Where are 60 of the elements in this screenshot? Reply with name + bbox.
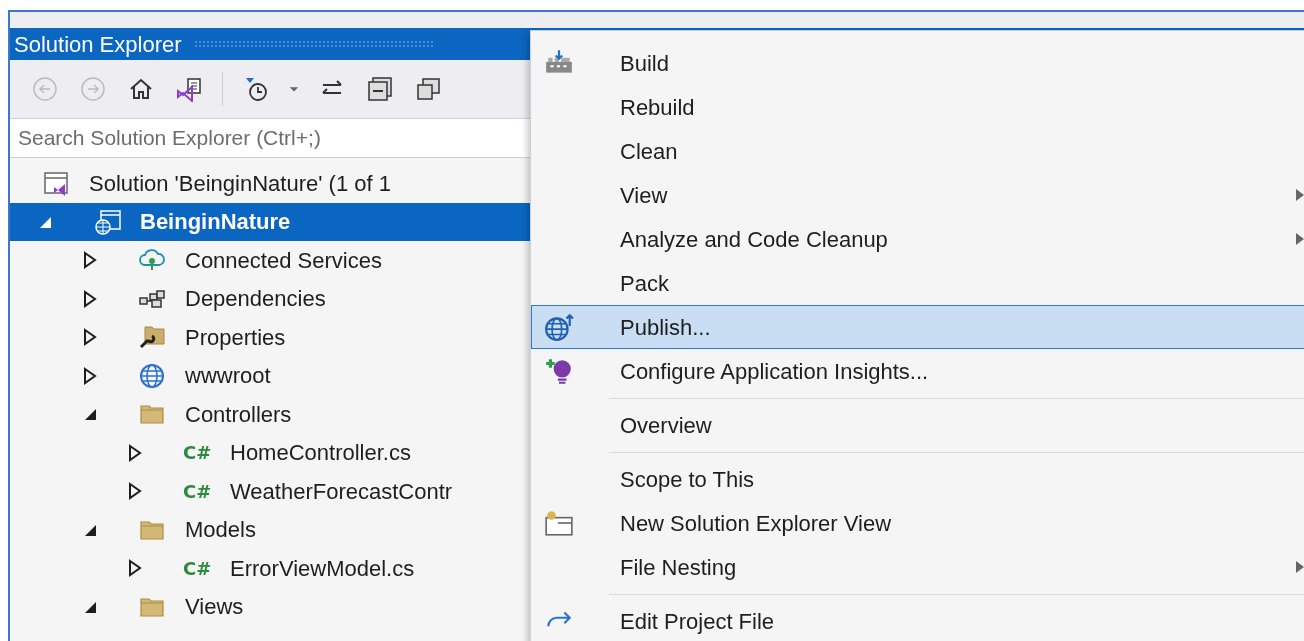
menu-item[interactable]: Configure Application Insights... [531, 349, 1304, 393]
tree-row[interactable]: Properties [10, 318, 530, 357]
expand-arrow-icon[interactable] [128, 443, 142, 462]
globe-icon [138, 362, 166, 389]
tree-item-label[interactable]: Properties [185, 320, 286, 354]
menu-item[interactable]: Edit Project File [531, 599, 1304, 641]
tree-item-label[interactable]: Models [185, 513, 256, 547]
expand-arrow-icon[interactable] [83, 289, 97, 308]
show-all-icon[interactable] [414, 75, 442, 103]
tree-item-label[interactable]: Views [185, 590, 244, 624]
menu-item[interactable]: File Nesting [531, 545, 1304, 589]
switch-views-icon[interactable] [175, 75, 203, 103]
csharp-file-icon: C# [183, 439, 212, 467]
web-project-icon [93, 208, 121, 235]
tree-item-label[interactable]: wwwroot [185, 359, 271, 393]
panel-title: Solution Explorer [14, 30, 182, 59]
tree-item-label[interactable]: Solution 'BeinginNature' (1 of 1 [89, 166, 391, 200]
tree-item-label[interactable]: Connected Services [185, 243, 382, 277]
menu-item[interactable]: Publish... [531, 305, 1304, 349]
publish-icon [544, 313, 574, 341]
tree-item-label[interactable]: WeatherForecastContr [230, 474, 453, 508]
menu-item[interactable]: Rebuild [531, 85, 1304, 129]
menu-item[interactable]: Scope to This [531, 457, 1304, 501]
expand-arrow-icon[interactable] [83, 366, 97, 385]
tree-row[interactable]: wwwroot [10, 356, 530, 395]
menu-item[interactable]: Build [531, 41, 1304, 85]
tree-row[interactable]: Connected Services [10, 241, 530, 280]
solution-icon [42, 170, 70, 197]
tree-item-label[interactable]: ErrorViewModel.cs [230, 551, 415, 585]
tree-row[interactable]: Views [10, 587, 530, 626]
collapse-arrow-icon[interactable] [83, 407, 97, 422]
tree-row[interactable]: Dependencies [10, 279, 530, 318]
tree-row[interactable]: Controllers [10, 395, 530, 434]
csharp-file-icon: C# [183, 554, 212, 582]
collapse-all-icon[interactable] [366, 75, 394, 103]
tree-row[interactable]: C# WeatherForecastContr [10, 472, 530, 511]
menu-item[interactable]: Analyze and Code Cleanup [531, 217, 1304, 261]
expand-arrow-icon[interactable] [128, 482, 142, 501]
tree-item-label[interactable]: Controllers [185, 397, 292, 431]
menu-item[interactable]: New Solution Explorer View [531, 501, 1304, 545]
menu-item[interactable]: Clean [531, 129, 1304, 173]
expand-arrow-icon[interactable] [83, 251, 97, 270]
insights-icon [544, 357, 574, 385]
tree-item-label[interactable]: HomeController.cs [230, 436, 411, 470]
selected-row[interactable]: BeinginNature [10, 202, 530, 241]
tree-item-label[interactable]: BeinginNature [140, 205, 291, 239]
csharp-file-icon: C# [183, 477, 212, 505]
menu-item[interactable]: View [531, 173, 1304, 217]
properties-icon [138, 324, 166, 351]
tree-row[interactable]: Models [10, 510, 530, 549]
menu-item[interactable]: Overview [531, 403, 1304, 447]
expand-arrow-icon[interactable] [128, 559, 142, 578]
new-view-icon [544, 509, 574, 537]
tree-item-label[interactable]: Dependencies [185, 282, 326, 316]
tree-row[interactable]: C# HomeController.cs [10, 433, 530, 472]
tree-row[interactable]: Solution 'BeinginNature' (1 of 1 [10, 164, 530, 203]
expand-arrow-icon[interactable] [83, 328, 97, 347]
menu-item[interactable]: Pack [531, 261, 1304, 305]
tree-row[interactable]: C# ErrorViewModel.cs [10, 549, 530, 588]
search-field[interactable]: Search Solution Explorer (Ctrl+;) [10, 118, 530, 158]
